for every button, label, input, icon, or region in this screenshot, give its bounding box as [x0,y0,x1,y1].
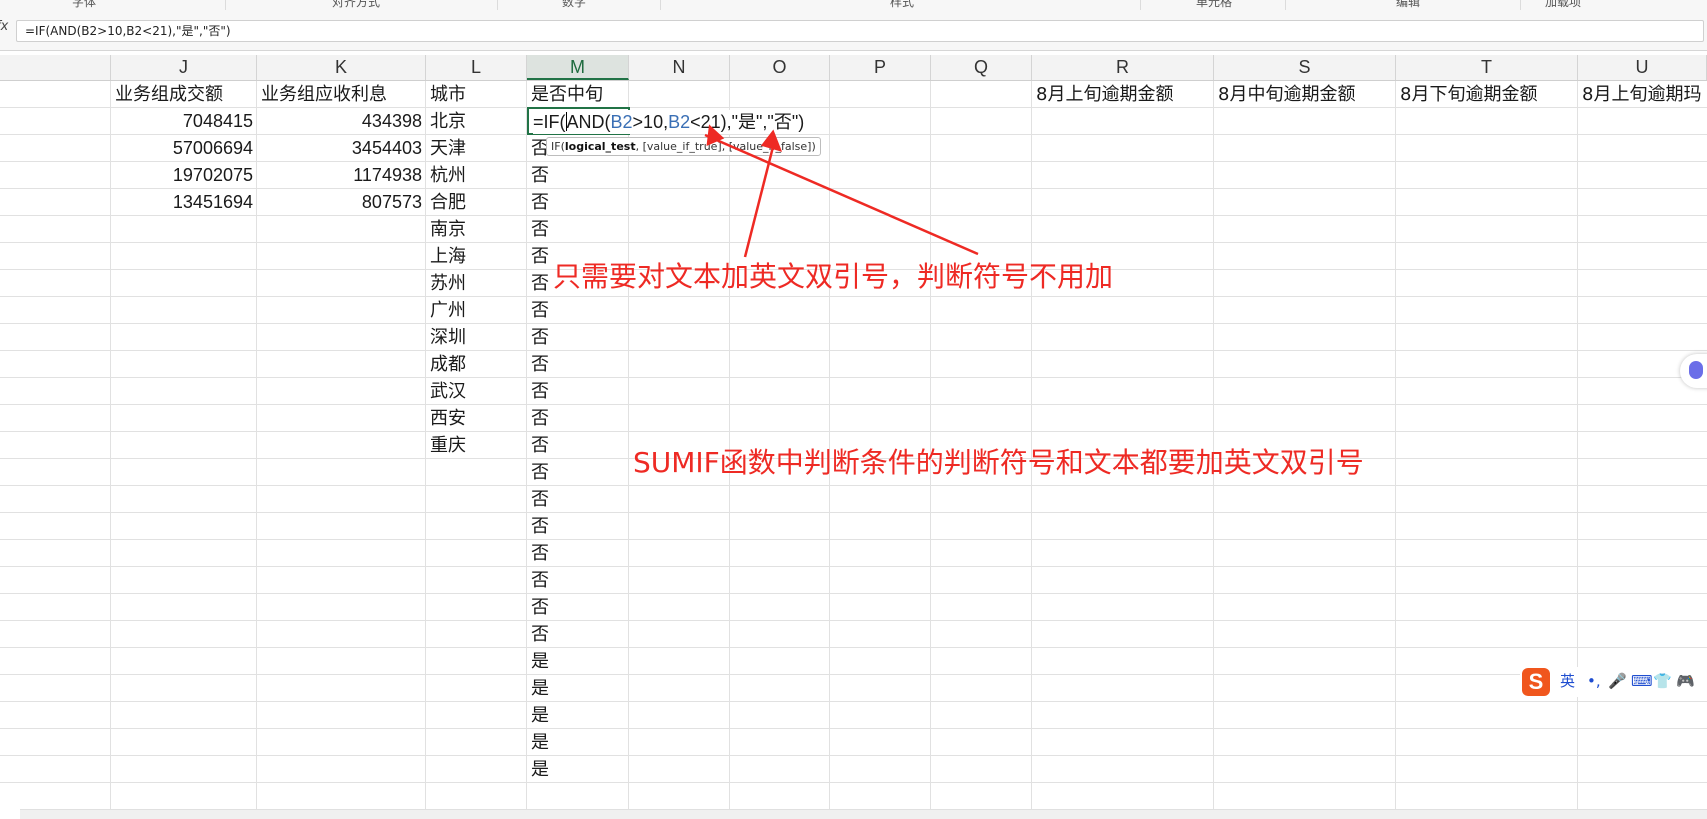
keyboard-icon[interactable]: ⌨ [1631,671,1653,691]
arrow-head [760,129,783,152]
annotation-arrows [704,124,979,258]
ime-toolbar[interactable]: S 英 •, 🎤 ⌨ 👕 🎮 [1520,667,1707,697]
assistant-side-button[interactable] [1680,354,1707,388]
skin-icon[interactable]: 👕 [1653,671,1672,691]
annotation-note-1: 只需要对文本加英文双引号，判断符号不用加 [553,260,1114,293]
ime-language-toggle[interactable]: 英 [1560,671,1575,691]
assistant-icon [1689,361,1703,379]
punctuation-icon[interactable]: •, [1587,671,1601,691]
annotation-note-2: SUMIF函数中判断条件的判断符号和文本都要加英文双引号 [633,446,1364,479]
arrow-line [704,133,979,256]
game-icon[interactable]: 🎮 [1676,671,1695,691]
microphone-icon[interactable]: 🎤 [1608,671,1627,691]
sogou-logo-icon[interactable]: S [1522,668,1550,696]
arrow-line [743,138,777,258]
